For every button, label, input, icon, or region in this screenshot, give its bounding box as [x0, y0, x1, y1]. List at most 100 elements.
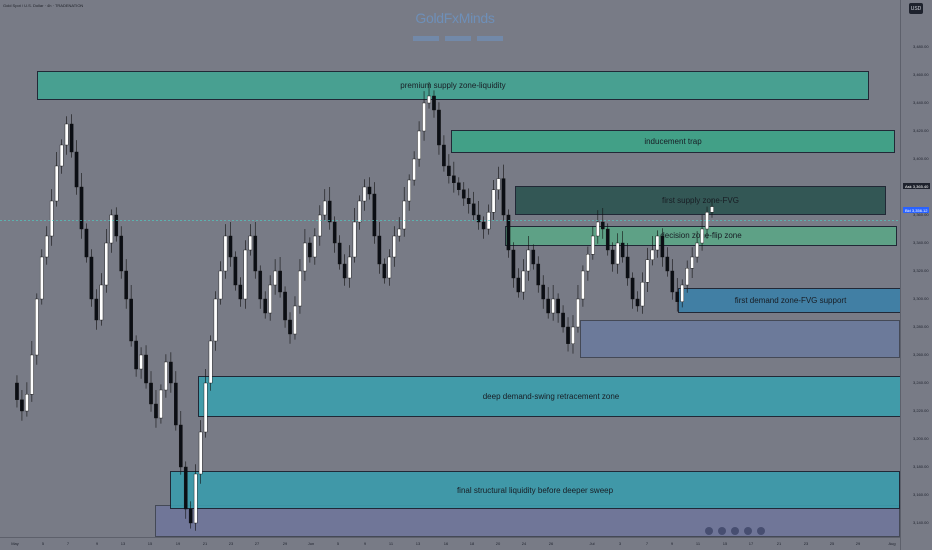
bid-price: 3,356.12: [911, 207, 928, 213]
candle-body: [521, 270, 526, 293]
candle-body: [452, 175, 456, 184]
candle-body: [104, 242, 109, 286]
x-tick-label: 9: [95, 541, 99, 546]
candle-body: [15, 382, 19, 400]
candle-body: [625, 256, 630, 279]
x-tick-label: 11: [695, 541, 701, 546]
candle-body: [188, 508, 193, 524]
candle-body: [213, 298, 218, 342]
price-axis[interactable]: 3,480.00 3,460.00 3,440.00 3,420.00 3,400.00…: [900, 0, 932, 550]
candle-body: [313, 235, 317, 258]
candle-body: [427, 95, 431, 104]
candle-body: [605, 228, 610, 251]
candle-body: [268, 284, 272, 314]
time-axis[interactable]: [0, 537, 900, 550]
y-tick-label: 3,160.00: [913, 492, 929, 497]
candle-body: [501, 178, 506, 216]
candle-body: [476, 214, 481, 223]
currency-button[interactable]: USD: [909, 3, 923, 14]
candle-body: [303, 242, 307, 272]
candle-body: [447, 165, 451, 177]
candle-body: [422, 102, 426, 132]
y-tick-label: 3,280.00: [913, 324, 929, 329]
candle-body: [551, 298, 555, 314]
candle-body: [456, 182, 461, 191]
candle-body: [372, 193, 377, 237]
candle-body: [59, 144, 64, 167]
price-chart[interactable]: [0, 0, 900, 537]
x-tick-label: 29: [855, 541, 861, 546]
candle-body: [258, 270, 263, 300]
candle-body: [119, 235, 124, 272]
candle-body: [511, 249, 516, 279]
candle-body: [382, 263, 387, 279]
candle-body: [506, 214, 511, 251]
candle-body: [327, 200, 332, 223]
x-tick-label: 23: [803, 541, 809, 546]
x-tick-label: 20: [495, 541, 501, 546]
x-tick-label: 19: [175, 541, 181, 546]
x-tick-label: 18: [469, 541, 475, 546]
y-tick-label: 3,260.00: [913, 352, 929, 357]
candle-body: [139, 354, 143, 370]
plot-area[interactable]: premium supply zone-liquidity inducement …: [0, 0, 900, 537]
candle-body: [685, 268, 689, 286]
candle-body: [581, 270, 585, 300]
x-tick-label: 11: [388, 541, 394, 546]
y-tick-label: 3,320.00: [913, 268, 929, 273]
candle-body: [466, 197, 471, 204]
candle-body: [437, 109, 441, 146]
chart-app: premium supply zone-liquidity inducement …: [0, 0, 932, 550]
candle-body: [352, 221, 357, 258]
candle-body: [253, 235, 258, 272]
x-tick-label: 16: [443, 541, 449, 546]
candle-body: [134, 340, 138, 370]
candle-body: [680, 284, 685, 302]
candle-body: [650, 249, 655, 261]
candle-body: [571, 326, 575, 344]
candle-body: [99, 284, 104, 321]
candle-body: [144, 354, 148, 384]
candle-body: [412, 158, 416, 181]
candle-body: [278, 270, 282, 293]
x-tick-label: 17: [748, 541, 754, 546]
candle-body: [655, 235, 660, 251]
candle-body: [183, 466, 188, 510]
x-tick-label: 29: [282, 541, 288, 546]
candle-body: [198, 431, 203, 475]
candle-body: [54, 165, 59, 202]
candle-body: [25, 394, 29, 412]
candle-body: [337, 242, 342, 265]
candle-body: [114, 214, 119, 237]
candle-body: [357, 200, 362, 223]
candle-body: [69, 123, 74, 153]
candle-body: [635, 298, 640, 307]
x-tick-label: 21: [202, 541, 208, 546]
candle-body: [531, 249, 536, 265]
candle-body: [675, 291, 680, 303]
candle-body: [193, 473, 198, 524]
y-tick-label: 3,420.00: [913, 128, 929, 133]
candle-body: [442, 144, 446, 167]
candle-body: [496, 178, 501, 191]
y-tick-label: 3,220.00: [913, 408, 929, 413]
candle-body: [690, 256, 694, 269]
candle-body: [342, 263, 347, 279]
bid-price-tag: Bid 3,356.12: [903, 207, 930, 213]
candle-body: [556, 298, 560, 314]
candle-body: [432, 95, 436, 111]
x-tick-label: 3: [618, 541, 622, 546]
candle-body: [630, 277, 635, 300]
candle-body: [49, 200, 54, 237]
candle-body: [387, 256, 392, 279]
x-tick-label: 15: [722, 541, 728, 546]
x-tick-label: 23: [228, 541, 234, 546]
x-tick-label: 21: [776, 541, 782, 546]
candle-body: [159, 389, 163, 419]
y-tick-label: 3,200.00: [913, 436, 929, 441]
ask-label: Ask: [905, 183, 912, 189]
candle-body: [367, 186, 372, 195]
y-tick-label: 3,300.00: [913, 296, 929, 301]
candle-body: [610, 249, 615, 265]
candle-body: [516, 277, 521, 293]
